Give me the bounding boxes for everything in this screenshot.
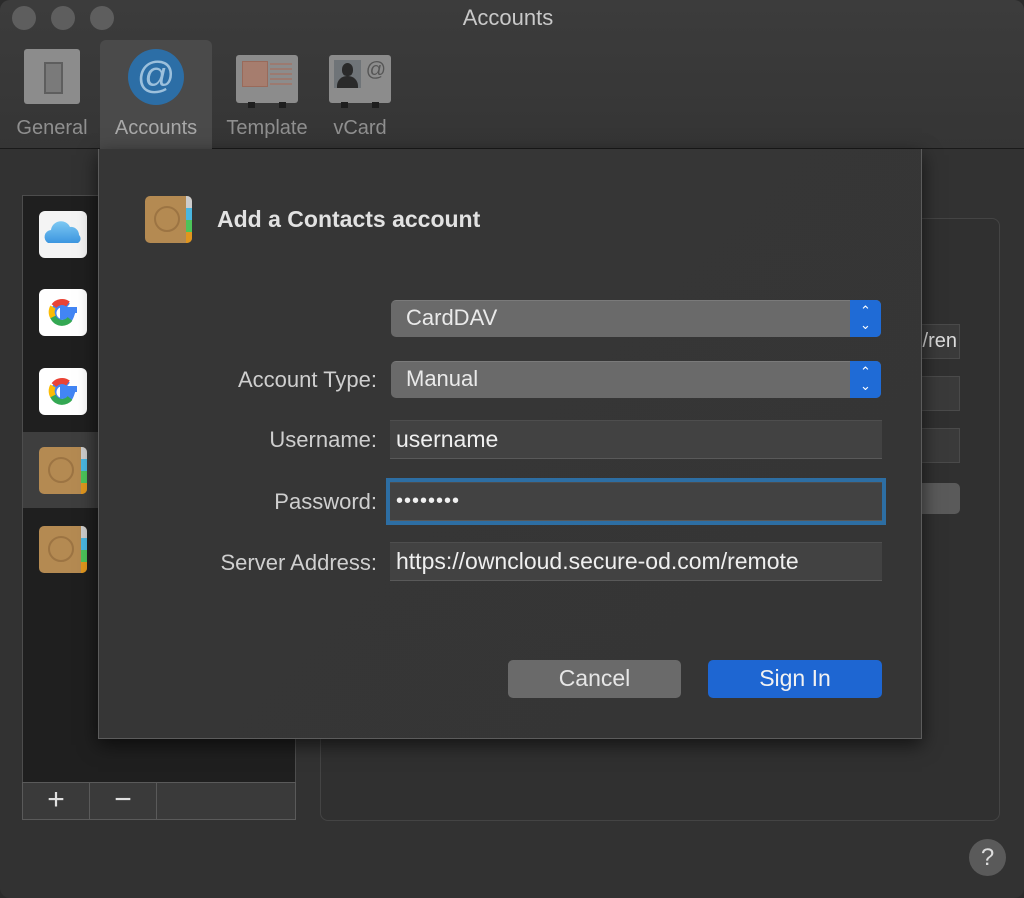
provider-select-value: CardDAV (406, 305, 498, 330)
tab-general-label: General (16, 117, 88, 139)
vcard-icon: @ (329, 55, 391, 108)
account-type-value: Manual (406, 366, 479, 391)
up-down-chevron-icon: ⌃ ⌄ (850, 361, 881, 398)
cancel-button[interactable]: Cancel (508, 660, 681, 698)
tab-general[interactable]: General (4, 40, 100, 149)
accounts-list-footer: + − (22, 782, 296, 820)
provider-select[interactable]: CardDAV ⌃ ⌄ (391, 300, 881, 337)
contacts-book-icon (39, 526, 87, 573)
tab-vcard[interactable]: @ vCard (320, 40, 400, 149)
remove-account-button[interactable]: − (90, 783, 157, 819)
contacts-book-icon (39, 447, 87, 494)
account-type-label: Account Type: (237, 367, 377, 392)
preferences-window: Accounts General @ Accounts Template @ v… (0, 0, 1024, 898)
up-down-chevron-icon: ⌃ ⌄ (850, 300, 881, 337)
sign-in-button[interactable]: Sign In (708, 660, 882, 698)
username-label: Username: (269, 427, 377, 452)
username-field[interactable]: username (390, 420, 882, 459)
password-label: Password: (274, 489, 377, 514)
tab-accounts-label: Accounts (114, 117, 198, 139)
server-address-label: Server Address: (220, 550, 377, 575)
help-button[interactable]: ? (969, 839, 1006, 876)
tab-accounts[interactable]: @ Accounts (100, 40, 212, 149)
username-value: username (396, 426, 499, 452)
google-icon (39, 368, 87, 415)
password-field[interactable]: •••••••• (386, 478, 886, 525)
icloud-icon (39, 211, 87, 258)
at-sign-icon: @ (128, 49, 184, 105)
switch-icon (24, 49, 80, 104)
add-contacts-account-dialog: Add a Contacts account CardDAV ⌃ ⌄ Accoun… (98, 149, 922, 739)
password-value: •••••••• (396, 490, 461, 512)
template-card-icon (236, 55, 298, 108)
tab-template[interactable]: Template (216, 40, 318, 149)
tab-template-label: Template (226, 117, 308, 139)
dialog-title: Add a Contacts account (217, 206, 481, 232)
toolbar: Accounts General @ Accounts Template @ v… (0, 0, 1024, 149)
account-type-select[interactable]: Manual ⌃ ⌄ (391, 361, 881, 398)
contacts-book-icon (145, 196, 192, 243)
add-account-button[interactable]: + (23, 783, 90, 819)
tab-vcard-label: vCard (333, 117, 387, 139)
window-title: Accounts (462, 5, 554, 30)
google-icon (39, 289, 87, 336)
server-address-value: https://owncloud.secure-od.com/remote (396, 548, 799, 574)
server-address-field[interactable]: https://owncloud.secure-od.com/remote (390, 542, 882, 581)
